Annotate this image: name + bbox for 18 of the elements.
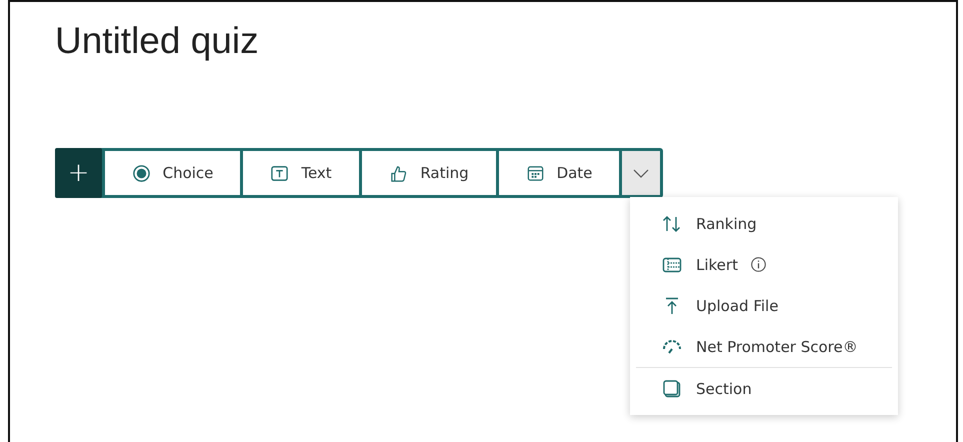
calendar-icon [526,164,545,182]
menu-item[interactable]: Net Promoter Score® [630,326,898,367]
menu-item[interactable]: Section [630,368,898,409]
menu-item[interactable]: Likert [630,244,898,285]
info-icon[interactable] [750,256,767,273]
question-type-button[interactable]: Text [243,151,359,195]
question-type-button[interactable]: Rating [362,151,496,195]
question-type-button[interactable]: Choice [105,151,240,195]
thumbs-up-icon [389,164,408,182]
section-icon [662,378,682,398]
radio-icon [132,164,151,182]
add-button[interactable]: + [55,148,102,198]
menu-item[interactable]: Upload File [630,285,898,326]
question-type-button[interactable]: Date [499,151,619,195]
quiz-title: Untitled quiz [55,20,260,62]
up-down-arrows-icon [662,214,682,234]
menu-item[interactable]: Ranking [630,203,898,244]
text-box-icon [270,164,290,182]
